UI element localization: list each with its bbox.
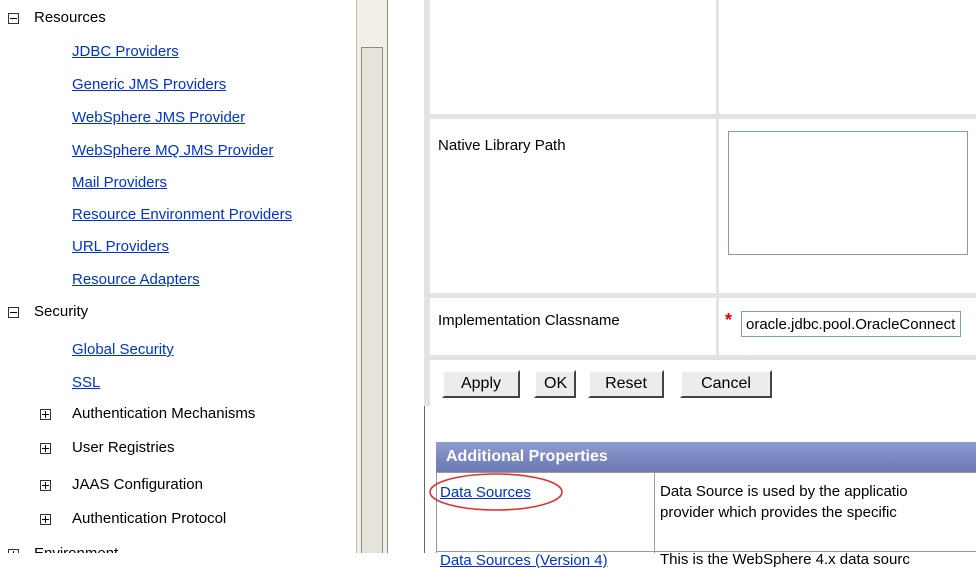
nav-link-resource-environment-providers[interactable]: Resource Environment Providers <box>72 205 292 225</box>
native-library-path-field[interactable] <box>728 131 968 255</box>
apply-button[interactable]: Apply <box>442 370 520 398</box>
data-sources-description-line1: Data Source is used by the applicatio <box>660 483 908 500</box>
nav-link-ssl[interactable]: SSL <box>72 373 100 393</box>
implementation-classname-label: Implementation Classname <box>438 312 620 329</box>
nav-link-mail-providers[interactable]: Mail Providers <box>72 173 167 193</box>
form-label-cell: Implementation Classname <box>430 298 716 355</box>
ok-button[interactable]: OK <box>534 370 576 398</box>
form-label-cell: Native Library Path <box>430 119 716 293</box>
implementation-classname-field[interactable] <box>741 311 961 337</box>
nav-category-label: Security <box>34 303 89 320</box>
required-marker: * <box>725 310 733 330</box>
data-sources-link[interactable]: Data Sources <box>440 484 531 501</box>
scrollbar-thumb[interactable] <box>361 47 383 553</box>
data-sources-description-line2: provider which provides the specific <box>660 504 897 521</box>
expand-icon[interactable] <box>40 514 51 525</box>
expand-icon[interactable] <box>40 409 51 420</box>
collapse-icon[interactable] <box>8 307 19 318</box>
nav-link-resource-adapters[interactable]: Resource Adapters <box>72 270 200 290</box>
nav-subcategory-label: User Registries <box>72 439 175 456</box>
expand-icon[interactable] <box>8 549 19 553</box>
nav-link-url-providers[interactable]: URL Providers <box>72 237 169 257</box>
navigation-scrollbar[interactable] <box>356 0 388 553</box>
reset-button[interactable]: Reset <box>588 370 664 398</box>
native-library-path-label: Native Library Path <box>438 137 566 154</box>
table-divider <box>654 472 655 553</box>
table-divider <box>436 472 437 553</box>
nav-subcategory-label: Authentication Mechanisms <box>72 405 256 422</box>
additional-properties-header: Additional Properties <box>436 442 976 472</box>
table-divider <box>436 472 976 473</box>
collapse-icon[interactable] <box>8 13 19 24</box>
nav-link-websphere-mq-jms-provider[interactable]: WebSphere MQ JMS Provider <box>72 141 273 161</box>
nav-link-generic-jms-providers[interactable]: Generic JMS Providers <box>72 75 226 95</box>
nav-subcategory-label: JAAS Configuration <box>72 476 203 493</box>
expand-icon[interactable] <box>40 480 51 491</box>
nav-link-websphere-jms-provider[interactable]: WebSphere JMS Provider <box>72 108 245 128</box>
additional-properties-table: Additional Properties Data Sources Data … <box>436 442 976 569</box>
data-sources-version4-link[interactable]: Data Sources (Version 4) <box>440 552 608 569</box>
nav-category-label: Environment <box>34 544 118 553</box>
data-sources-version4-description: This is the WebSphere 4.x data sourc <box>660 551 910 568</box>
cancel-button[interactable]: Cancel <box>680 370 772 398</box>
nav-link-jdbc-providers[interactable]: JDBC Providers <box>72 42 179 62</box>
navigation-tree: Resources JDBC Providers Generic JMS Pro… <box>0 0 356 553</box>
expand-icon[interactable] <box>40 443 51 454</box>
content-frame: Native Library Path Implementation Class… <box>388 0 976 569</box>
form-cell <box>430 0 716 114</box>
nav-category-label: Resources <box>34 9 106 26</box>
content-margin <box>388 0 425 553</box>
nav-subcategory-label: Authentication Protocol <box>72 510 227 527</box>
form-cell <box>719 0 976 114</box>
nav-link-global-security[interactable]: Global Security <box>72 340 174 360</box>
